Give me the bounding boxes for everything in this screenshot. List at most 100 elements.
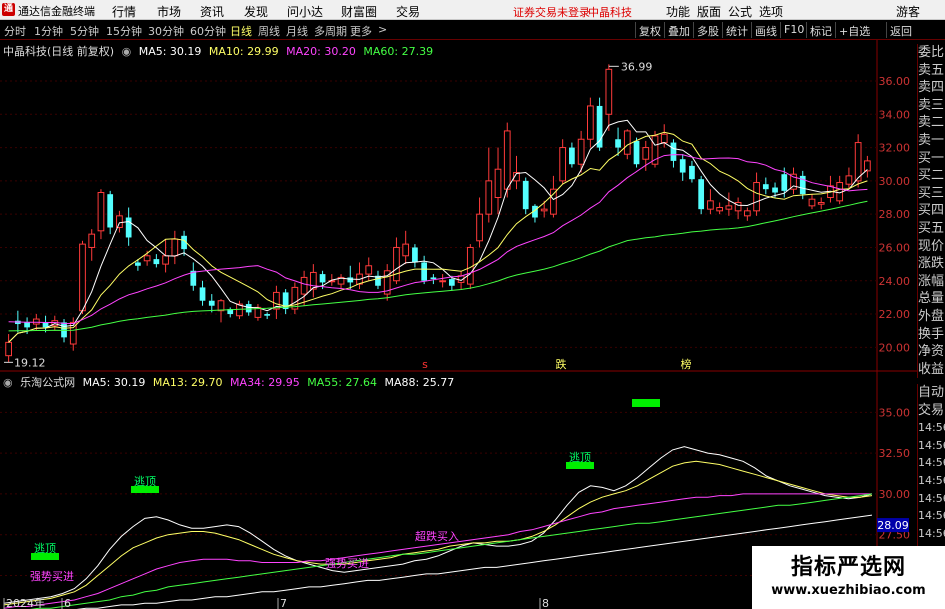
candle-body-14 xyxy=(135,262,141,266)
high-price-label: 36.99 xyxy=(621,60,653,73)
main-ma-line-0 xyxy=(8,119,868,343)
low-price-label: 19.12 xyxy=(14,356,46,369)
candle-body-33 xyxy=(309,271,317,290)
sub-ytick-3: 32.50 xyxy=(879,447,911,460)
auto-trade-label-0[interactable]: 自动 xyxy=(918,384,945,402)
main-ytick-2: 24.00 xyxy=(879,275,911,288)
auto-trade-label-1[interactable]: 交易 xyxy=(918,402,945,420)
candle-body-53 xyxy=(494,168,502,199)
tick-time-1: 14:56 xyxy=(918,438,945,452)
tick-time-4: 14:56 xyxy=(918,491,945,505)
candle-body-32 xyxy=(300,276,308,295)
event-marker-0: s xyxy=(422,358,428,371)
quote-field-2: 卖四 xyxy=(918,80,945,96)
candle-body-6 xyxy=(61,322,67,338)
tick-time-5: 14:56 xyxy=(918,509,945,523)
candle-body-75 xyxy=(698,179,705,210)
candle-body-18 xyxy=(171,238,179,257)
sub-series-line-0 xyxy=(3,446,873,604)
main-ytick-1: 22.00 xyxy=(879,308,911,321)
candle-body-52 xyxy=(485,180,493,215)
candle-body-46 xyxy=(430,277,437,280)
candle-body-2 xyxy=(24,322,30,328)
main-ytick-3: 26.00 xyxy=(879,241,911,254)
buy-label-1: 强势买进 xyxy=(325,557,369,570)
quote-field-15: 外盘 xyxy=(918,308,945,324)
candle-body-88 xyxy=(817,202,825,205)
candle-body-26 xyxy=(245,304,252,313)
candle-body-34 xyxy=(319,274,326,283)
current-value-text: 28.09 xyxy=(877,519,909,532)
candle-body-82 xyxy=(762,184,769,190)
candle-body-12 xyxy=(116,215,123,228)
candle-body-69 xyxy=(642,147,650,160)
chart-canvas[interactable]: 20.00 22.00 24.00 26.00 28.00 30.00 32.00 34.00… xyxy=(0,0,945,609)
candle-body-78 xyxy=(725,205,733,210)
sub-ytick-2: 30.00 xyxy=(879,488,911,501)
main-ma-line-1 xyxy=(8,131,868,343)
quote-field-9: 买四 xyxy=(918,203,945,219)
quote-field-17: 净资 xyxy=(918,344,945,360)
candle-body-81 xyxy=(753,182,760,212)
sub-series-line-3 xyxy=(29,493,873,609)
quote-field-14: 总量 xyxy=(918,291,945,307)
candle-body-3 xyxy=(32,318,40,325)
candle-body-48 xyxy=(448,279,455,286)
candle-body-76 xyxy=(707,200,714,210)
candle-body-42 xyxy=(393,246,400,282)
candle-body-11 xyxy=(107,194,114,228)
candle-body-63 xyxy=(586,105,594,140)
xtick-label-2: 7 xyxy=(280,597,287,609)
candle-body-67 xyxy=(623,130,631,155)
quote-field-16: 换手 xyxy=(918,326,945,342)
candle-body-54 xyxy=(503,130,511,190)
candle-body-10 xyxy=(97,192,105,232)
signal-label-2: 逃顶 xyxy=(569,451,591,464)
candle-body-39 xyxy=(365,265,373,275)
candle-body-17 xyxy=(162,255,169,265)
candle-body-65 xyxy=(605,68,613,115)
quote-field-6: 买一 xyxy=(918,150,945,166)
candle-body-59 xyxy=(550,188,557,215)
candle-body-62 xyxy=(577,138,585,165)
main-ytick-0: 20.00 xyxy=(879,341,911,354)
signal-label-1: 逃顶 xyxy=(134,475,156,488)
candle-body-23 xyxy=(217,300,225,312)
xtick-label-3: 8 xyxy=(542,597,549,609)
quote-panel: 委比 卖五 卖四 卖三 卖二 卖一 买一 买二 买三 买四 买五 现价 涨跌 涨幅 总量 外盘 换手 净资 收益 xyxy=(917,44,945,379)
candle-body-44 xyxy=(412,247,418,263)
candle-body-37 xyxy=(347,277,354,283)
quote-field-7: 买二 xyxy=(918,168,945,184)
candle-body-15 xyxy=(143,255,151,262)
candle-body-9 xyxy=(88,233,96,248)
watermark-url: www.xuezhibiao.com xyxy=(771,583,926,598)
watermark-title: 指标严选网 xyxy=(790,555,906,580)
candle-body-28 xyxy=(264,314,271,316)
candle-body-8 xyxy=(79,243,86,312)
signal-block-top xyxy=(632,399,660,407)
quote-field-18: 收益 xyxy=(918,361,945,377)
candle-body-73 xyxy=(679,159,686,173)
candle-body-22 xyxy=(208,300,215,306)
xtick-label-1: 6 xyxy=(64,597,71,609)
watermark: 指标严选网 www.xuezhibiao.com xyxy=(752,546,945,609)
candle-body-83 xyxy=(772,187,778,193)
candle-body-47 xyxy=(439,280,446,283)
buy-label-2: 超跌买入 xyxy=(415,529,459,543)
candle-body-61 xyxy=(569,147,575,165)
main-ytick-7: 34.00 xyxy=(879,108,911,121)
candle-body-51 xyxy=(476,213,483,242)
candle-body-16 xyxy=(153,259,160,265)
candle-body-74 xyxy=(689,165,695,180)
tick-time-0: 14:56 xyxy=(918,421,945,435)
candle-body-87 xyxy=(808,198,816,207)
main-ytick-8: 36.00 xyxy=(879,75,911,88)
candle-body-56 xyxy=(522,180,529,210)
quote-field-11: 现价 xyxy=(918,238,945,254)
buy-label-0: 强势买进 xyxy=(30,570,74,583)
xtick-label-0: 2024年 xyxy=(6,596,45,609)
candle-body-71 xyxy=(660,133,668,144)
signal-label-0: 逃顶 xyxy=(34,542,56,555)
candle-body-91 xyxy=(845,175,853,185)
candle-body-31 xyxy=(291,286,299,310)
